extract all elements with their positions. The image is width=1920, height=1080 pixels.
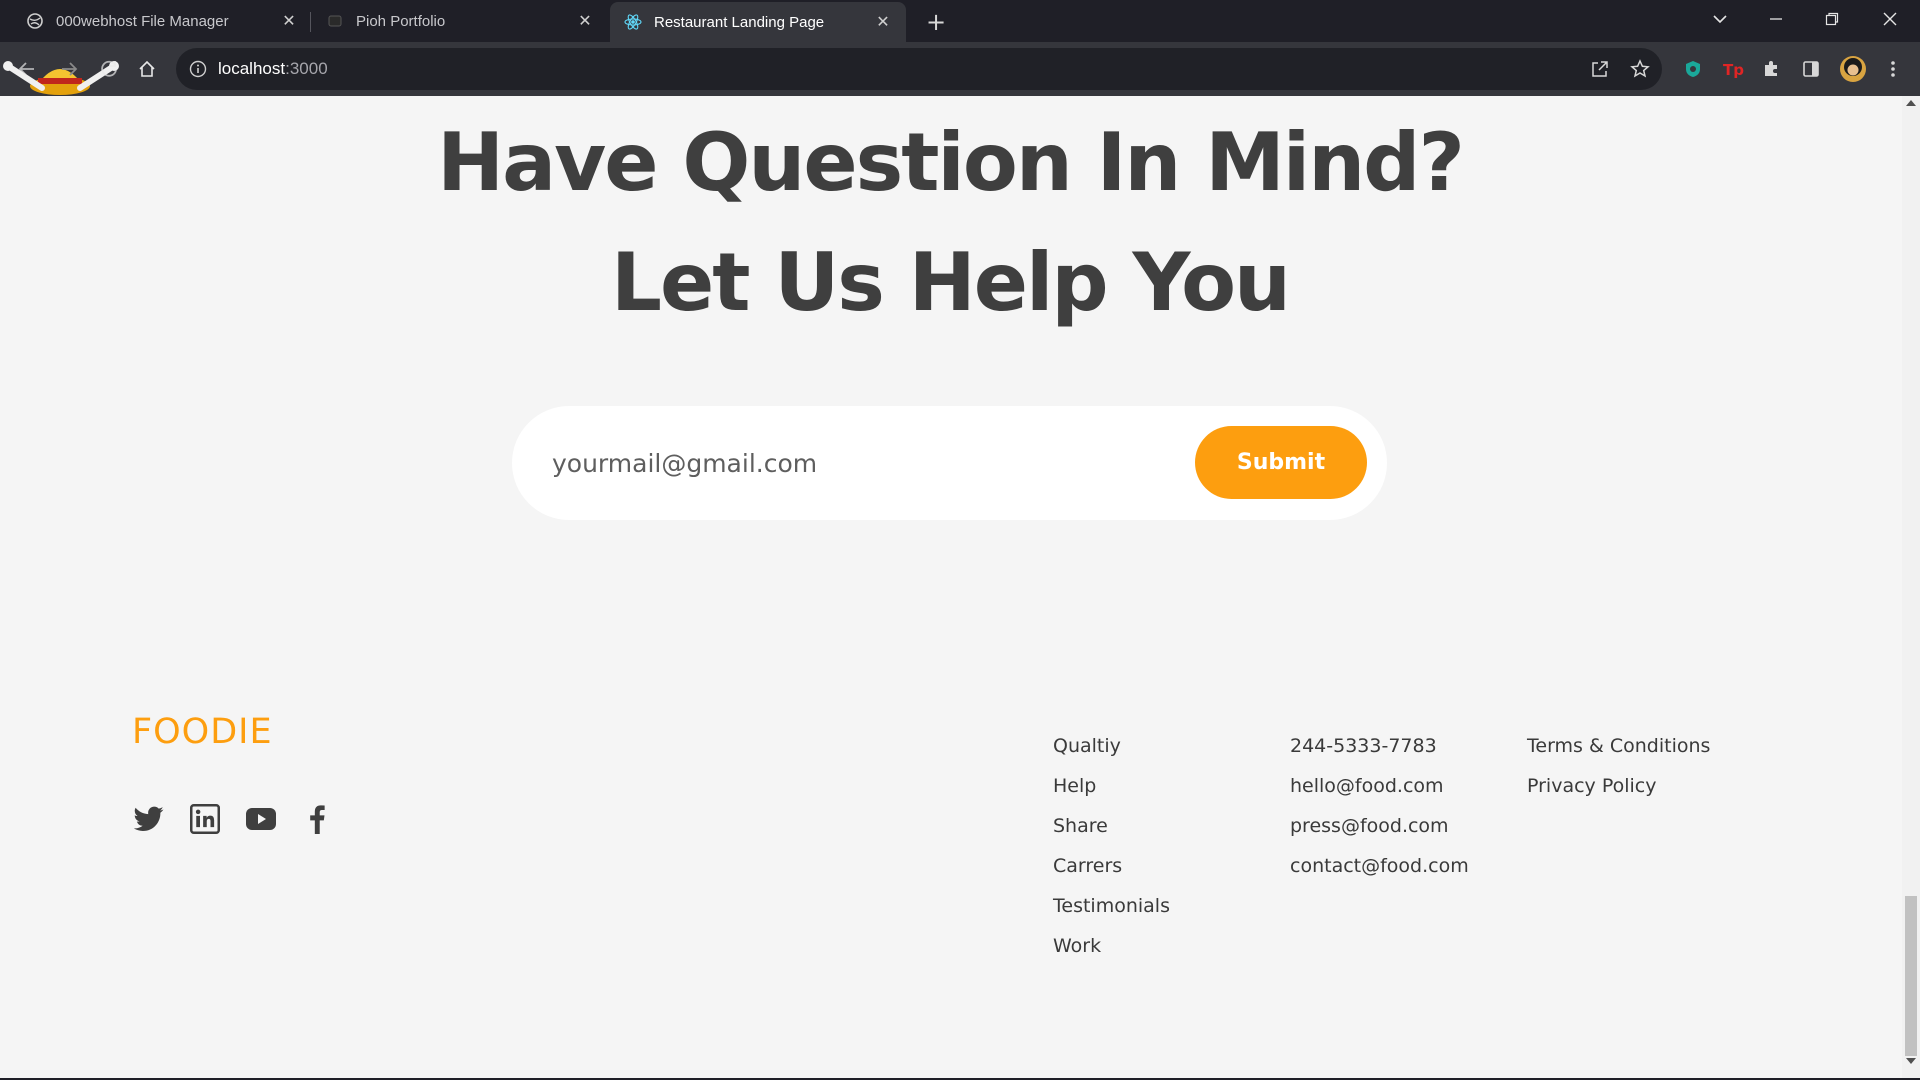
youtube-icon[interactable] bbox=[244, 802, 278, 836]
tab-000webhost[interactable]: 000webhost File Manager ✕ bbox=[12, 4, 312, 38]
extension-vpn-icon[interactable] bbox=[1678, 54, 1708, 84]
page-viewport: Have Question In Mind? Let Us Help You S… bbox=[0, 96, 1920, 1080]
footer-link-quality[interactable]: Qualtiy bbox=[1053, 726, 1170, 766]
footer-link-testimonials[interactable]: Testimonials bbox=[1053, 886, 1170, 926]
headline-line-1: Have Question In Mind? bbox=[437, 116, 1465, 209]
url-text: localhost:3000 bbox=[218, 59, 328, 79]
footer-email-contact[interactable]: contact@food.com bbox=[1290, 846, 1469, 886]
social-links bbox=[132, 802, 334, 836]
back-icon[interactable] bbox=[12, 54, 42, 84]
bookmark-star-icon[interactable] bbox=[1622, 48, 1658, 90]
close-window-icon[interactable] bbox=[1866, 0, 1914, 38]
reload-icon[interactable] bbox=[94, 54, 124, 84]
scroll-up-arrow-icon[interactable] bbox=[1906, 100, 1916, 106]
footer-brand-logo[interactable]: FOODIE bbox=[132, 712, 273, 752]
tab-title: Restaurant Landing Page bbox=[654, 13, 825, 31]
tab-search-icon[interactable] bbox=[1696, 0, 1744, 38]
browser-menu-icon[interactable] bbox=[1878, 54, 1908, 84]
footer-email-hello[interactable]: hello@food.com bbox=[1290, 766, 1469, 806]
footer-link-share[interactable]: Share bbox=[1053, 806, 1170, 846]
new-tab-button[interactable]: + bbox=[922, 8, 950, 36]
tab-separator bbox=[310, 12, 311, 32]
close-tab-icon[interactable]: ✕ bbox=[576, 12, 594, 30]
forward-icon[interactable] bbox=[54, 54, 84, 84]
twitter-icon[interactable] bbox=[132, 802, 166, 836]
url-port: :3000 bbox=[285, 59, 328, 78]
extensions-puzzle-icon[interactable] bbox=[1756, 54, 1786, 84]
site-info-icon[interactable] bbox=[188, 59, 208, 79]
close-tab-icon[interactable]: ✕ bbox=[874, 13, 892, 31]
linkedin-icon[interactable] bbox=[188, 802, 222, 836]
minimize-icon[interactable] bbox=[1752, 0, 1800, 38]
footer-link-careers[interactable]: Carrers bbox=[1053, 846, 1170, 886]
react-icon bbox=[624, 13, 642, 31]
profile-avatar[interactable] bbox=[1838, 54, 1868, 84]
footer-links-column: Qualtiy Help Share Carrers Testimonials … bbox=[1053, 726, 1170, 966]
portfolio-icon bbox=[326, 12, 344, 30]
footer-phone: 244-5333-7783 bbox=[1290, 735, 1437, 757]
tab-pioh-portfolio[interactable]: Pioh Portfolio ✕ bbox=[312, 4, 608, 38]
footer-link-help[interactable]: Help bbox=[1053, 766, 1170, 806]
scroll-down-arrow-icon[interactable] bbox=[1906, 1058, 1916, 1064]
browser-tab-bar: 000webhost File Manager ✕ Pioh Portfolio… bbox=[0, 0, 1920, 42]
scrollbar-thumb[interactable] bbox=[1905, 896, 1917, 1056]
extension-tp-icon[interactable]: Tp bbox=[1718, 54, 1748, 84]
footer-link-terms[interactable]: Terms & Conditions bbox=[1527, 726, 1710, 766]
tab-restaurant-landing[interactable]: Restaurant Landing Page ✕ bbox=[610, 2, 906, 42]
svg-text:Tp: Tp bbox=[1723, 61, 1744, 79]
footer-email-press[interactable]: press@food.com bbox=[1290, 806, 1469, 846]
newsletter-form: Submit bbox=[512, 406, 1387, 520]
globe-icon bbox=[26, 12, 44, 30]
address-bar[interactable]: localhost:3000 bbox=[176, 48, 1662, 90]
footer-contact-column: 244-5333-7783 hello@food.com press@food.… bbox=[1290, 726, 1469, 886]
side-panel-icon[interactable] bbox=[1796, 54, 1826, 84]
email-input[interactable] bbox=[552, 438, 1152, 488]
vertical-scrollbar[interactable] bbox=[1902, 96, 1920, 1080]
tab-title: 000webhost File Manager bbox=[56, 12, 229, 30]
browser-toolbar: localhost:3000 Tp bbox=[0, 42, 1920, 96]
share-icon[interactable] bbox=[1582, 48, 1618, 90]
tab-title: Pioh Portfolio bbox=[356, 12, 446, 30]
restore-icon[interactable] bbox=[1808, 0, 1856, 38]
footer-legal-column: Terms & Conditions Privacy Policy bbox=[1527, 726, 1710, 806]
headline-line-2: Let Us Help You bbox=[610, 236, 1291, 329]
footer-link-work[interactable]: Work bbox=[1053, 926, 1170, 966]
url-host: localhost bbox=[218, 59, 286, 78]
submit-button[interactable]: Submit bbox=[1195, 426, 1367, 499]
facebook-icon[interactable] bbox=[300, 802, 334, 836]
close-tab-icon[interactable]: ✕ bbox=[280, 12, 298, 30]
home-icon[interactable] bbox=[132, 54, 162, 84]
footer-link-privacy[interactable]: Privacy Policy bbox=[1527, 766, 1710, 806]
